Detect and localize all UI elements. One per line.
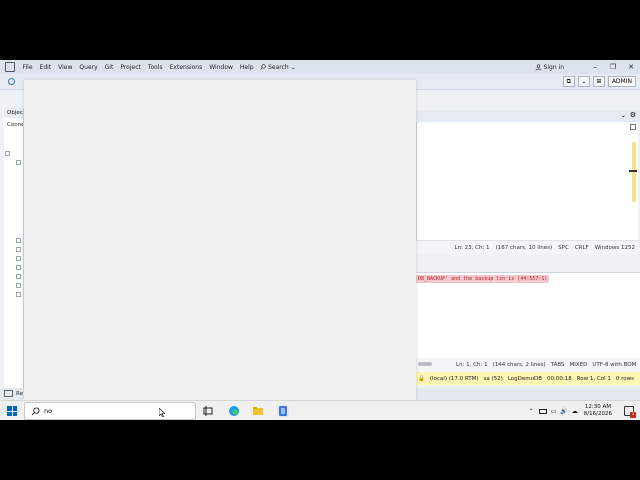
messages-position: Ln: 1, Ch: 1 bbox=[456, 362, 488, 368]
sign-in-button[interactable]: Sign in bbox=[534, 63, 564, 71]
editor-whitespace[interactable]: SPC bbox=[558, 245, 569, 251]
network-icon[interactable]: ▭ bbox=[551, 408, 557, 415]
live-share-icon[interactable]: ⧉ bbox=[562, 76, 575, 87]
dropdown-icon[interactable]: ⌄ bbox=[621, 112, 626, 119]
ssms-logo-icon bbox=[5, 62, 15, 72]
user-icon bbox=[534, 63, 542, 71]
search-flyout-panel bbox=[24, 80, 416, 400]
taskbar: ⌃ ▭ 🔊 ☁ 12:30 AM 8/16/2026 1 bbox=[0, 400, 640, 420]
messages-whitespace[interactable]: TABS bbox=[551, 362, 565, 368]
user-label: sa (52) bbox=[483, 375, 503, 382]
editor-position: Ln: 23, Ch: 1 bbox=[454, 244, 490, 251]
output-icon bbox=[4, 390, 13, 397]
database-label: LogDemoDB bbox=[507, 375, 542, 382]
menu-query[interactable]: Query bbox=[76, 64, 101, 71]
minimize-button[interactable]: – bbox=[586, 63, 604, 71]
search-icon bbox=[260, 64, 266, 70]
clock-date: 8/16/2026 bbox=[583, 411, 612, 417]
tree-expander[interactable] bbox=[16, 292, 21, 297]
close-button[interactable]: ✕ bbox=[622, 63, 640, 71]
battery-icon[interactable] bbox=[538, 408, 547, 414]
system-tray: ⌃ ▭ 🔊 ☁ 12:30 AM 8/16/2026 1 bbox=[529, 401, 640, 421]
tree-expander[interactable] bbox=[16, 238, 21, 243]
menu-search[interactable]: Search ⌄ bbox=[257, 64, 299, 71]
ssms-app-icon[interactable] bbox=[277, 405, 289, 417]
menu-git[interactable]: Git bbox=[101, 64, 117, 71]
clock-time: 12:30 AM bbox=[584, 404, 611, 410]
taskbar-search-box[interactable] bbox=[24, 402, 196, 420]
tree-expander[interactable] bbox=[16, 265, 21, 270]
sign-in-label: Sign in bbox=[543, 63, 564, 71]
ready-label: Re bbox=[16, 391, 23, 397]
scroll-marker bbox=[629, 170, 637, 172]
restore-button[interactable]: ❐ bbox=[604, 63, 622, 71]
new-query-icon[interactable] bbox=[8, 78, 15, 85]
split-icon[interactable] bbox=[630, 124, 636, 130]
editor-line-ending[interactable]: CRLF bbox=[575, 245, 589, 251]
menu-help[interactable]: Help bbox=[236, 64, 257, 71]
admin-badge[interactable]: ADMIN bbox=[607, 76, 636, 87]
clock[interactable]: 12:30 AM 8/16/2026 bbox=[584, 404, 612, 418]
edge-browser-icon[interactable] bbox=[228, 405, 240, 417]
file-explorer-icon[interactable] bbox=[252, 405, 264, 417]
message-line: DB_BACKUP' and the backup lsn is (44:557… bbox=[416, 275, 550, 283]
messages-status-bar: Ln: 1, Ch: 1 (144 chars, 2 lines) TABS M… bbox=[416, 358, 640, 372]
editor-tab-strip: ⌄ ⚙ bbox=[416, 110, 640, 122]
object-explorer-header: Object bbox=[4, 108, 23, 118]
elapsed-label: 00:00:18 bbox=[547, 375, 572, 382]
task-view-icon[interactable] bbox=[202, 405, 214, 417]
cloud-icon[interactable]: ☁ bbox=[572, 408, 578, 415]
editor-status-bar: Ln: 23, Ch: 1 (167 chars, 10 lines) SPC … bbox=[416, 240, 640, 254]
gear-icon[interactable]: ⚙ bbox=[630, 111, 636, 119]
menu-project[interactable]: Project bbox=[117, 64, 145, 71]
query-status-bar: 🔒 (local) (17.0 RTM) sa (52) LogDemoDB 0… bbox=[416, 372, 640, 385]
object-explorer-panel: Object Conne bbox=[4, 108, 24, 388]
messages-encoding[interactable]: UTF-8 with BOM bbox=[592, 362, 636, 368]
notification-count: 1 bbox=[630, 412, 636, 418]
cursor-label: Row 1, Col 1 bbox=[576, 375, 611, 382]
chevron-up-icon[interactable]: ⌃ bbox=[529, 408, 534, 415]
messages-chars: (144 chars, 2 lines) bbox=[492, 362, 546, 368]
taskbar-search-input[interactable] bbox=[44, 407, 164, 415]
chevron-down-icon: ⌄ bbox=[290, 63, 296, 71]
volume-icon[interactable]: 🔊 bbox=[560, 408, 567, 415]
desktop-screen: File Edit View Query Git Project Tools E… bbox=[0, 60, 640, 420]
menu-view[interactable]: View bbox=[55, 64, 76, 71]
tree-expander[interactable] bbox=[16, 247, 21, 252]
menu-window[interactable]: Window bbox=[206, 64, 237, 71]
query-editor[interactable] bbox=[416, 122, 638, 240]
menu-bar: File Edit View Query Git Project Tools E… bbox=[0, 60, 640, 74]
mouse-cursor-icon bbox=[159, 408, 165, 417]
editor-encoding[interactable]: Windows 1252 bbox=[595, 245, 635, 251]
horizontal-scrollbar[interactable] bbox=[418, 362, 432, 366]
rows-label: 0 rows bbox=[615, 375, 634, 382]
lock-icon: 🔒 bbox=[418, 375, 425, 382]
feedback-icon[interactable]: ⊞ bbox=[592, 76, 605, 87]
menu-extensions[interactable]: Extensions bbox=[166, 64, 206, 71]
messages-line-ending[interactable]: MIXED bbox=[570, 362, 588, 368]
menu-edit[interactable]: Edit bbox=[36, 64, 55, 71]
connect-button[interactable]: Conne bbox=[4, 122, 23, 128]
menu-search-label: Search bbox=[268, 63, 289, 71]
tree-expander[interactable] bbox=[16, 274, 21, 279]
menu-tools[interactable]: Tools bbox=[144, 64, 166, 71]
editor-scrollbar[interactable] bbox=[632, 142, 636, 202]
messages-panel: DB_BACKUP' and the backup lsn is (44:557… bbox=[416, 272, 640, 362]
windows-start-icon[interactable] bbox=[7, 406, 17, 416]
editor-chars: (167 chars, 10 lines) bbox=[495, 244, 553, 251]
tree-expander[interactable] bbox=[16, 256, 21, 261]
server-label: (local) (17.0 RTM) bbox=[429, 375, 479, 382]
menu-file[interactable]: File bbox=[19, 64, 36, 71]
tree-expander[interactable] bbox=[16, 160, 21, 165]
tree-expander[interactable] bbox=[16, 283, 21, 288]
notification-icon[interactable]: 1 bbox=[624, 406, 636, 418]
tree-expander-server[interactable] bbox=[5, 151, 10, 156]
chevron-down-icon[interactable]: ⌄ bbox=[577, 76, 590, 87]
search-icon bbox=[31, 406, 40, 415]
